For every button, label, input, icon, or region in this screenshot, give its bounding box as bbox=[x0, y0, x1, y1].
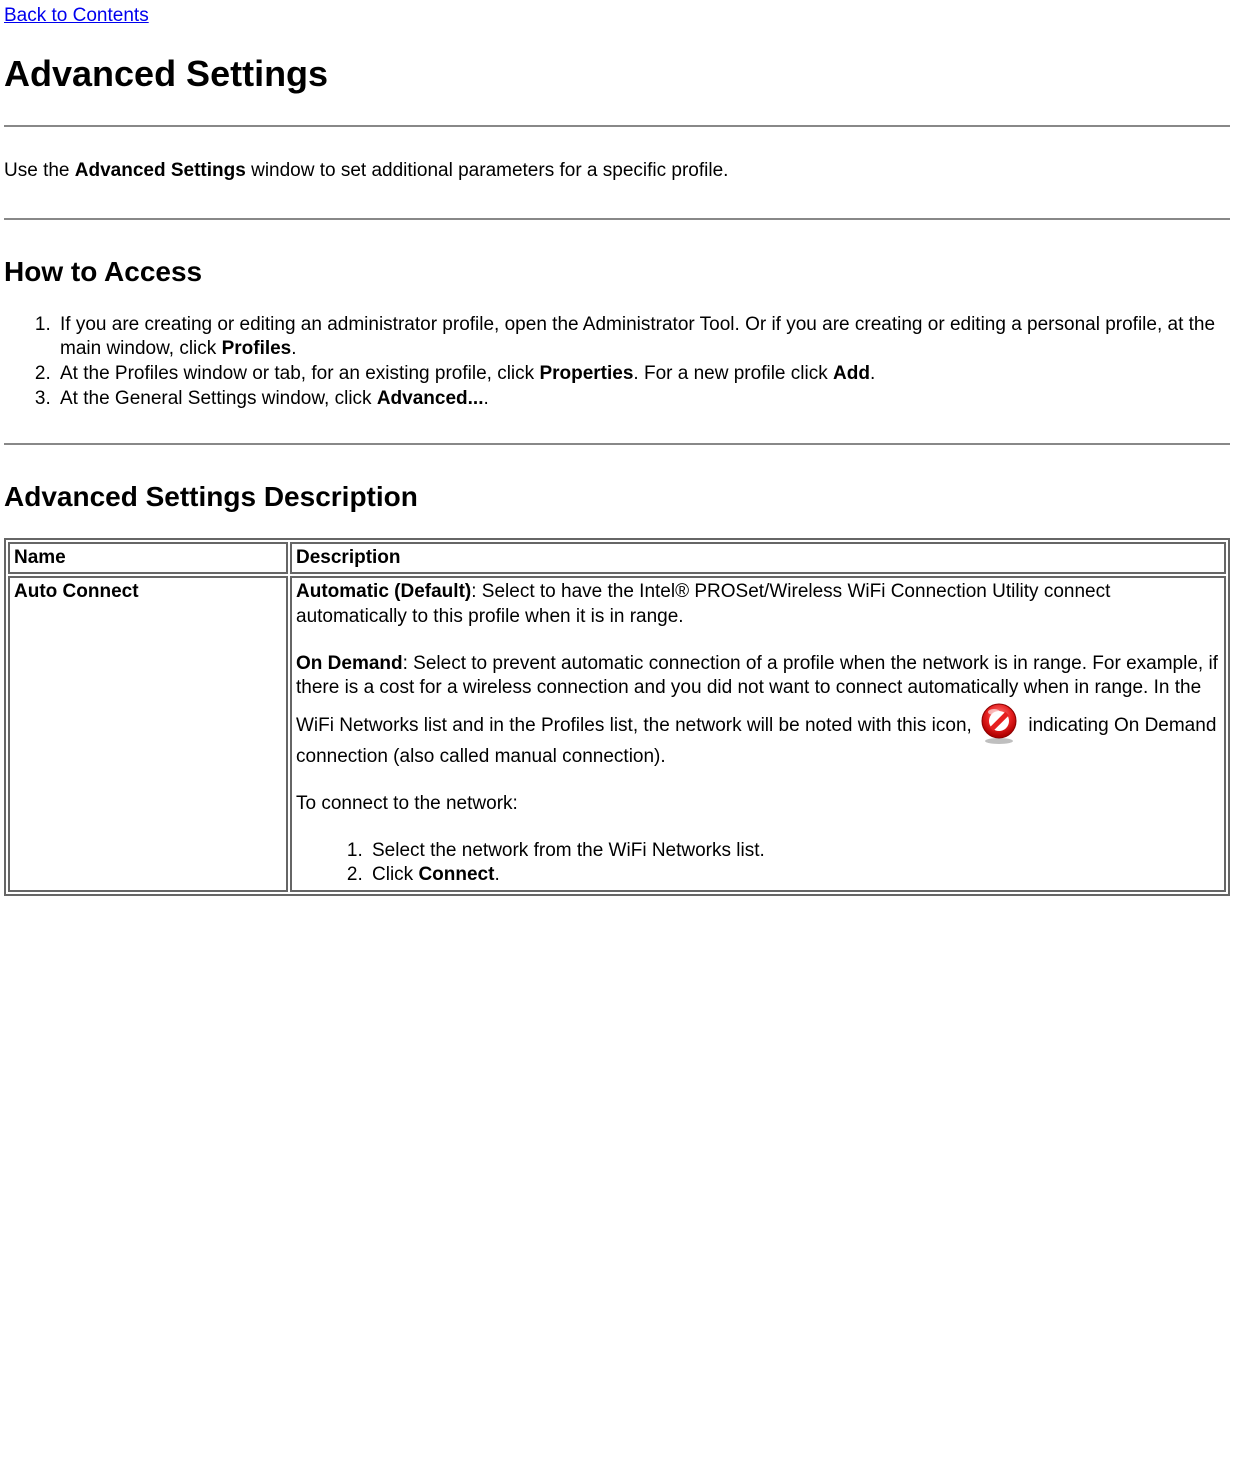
settings-table: Name Description Auto Connect Automatic … bbox=[4, 538, 1230, 896]
back-to-contents-link[interactable]: Back to Contents bbox=[4, 5, 149, 26]
description-heading: Advanced Settings Description bbox=[4, 479, 1230, 515]
intro-text-post: window to set additional parameters for … bbox=[246, 160, 729, 181]
divider bbox=[4, 218, 1230, 220]
table-header-row: Name Description bbox=[8, 542, 1226, 575]
page-title: Advanced Settings bbox=[4, 51, 1230, 98]
auto-connect-on-demand: On Demand: Select to prevent automatic c… bbox=[296, 652, 1220, 770]
step-text: Click bbox=[372, 864, 418, 885]
access-step-3: At the General Settings window, click Ad… bbox=[56, 387, 1230, 412]
option-label: On Demand bbox=[296, 653, 403, 674]
access-steps-list: If you are creating or editing an admini… bbox=[4, 313, 1230, 412]
access-step-1: If you are creating or editing an admini… bbox=[56, 313, 1230, 362]
step-bold: Profiles bbox=[222, 338, 292, 359]
how-to-access-heading: How to Access bbox=[4, 254, 1230, 290]
intro-bold: Advanced Settings bbox=[75, 160, 246, 181]
option-label: Automatic (Default) bbox=[296, 581, 471, 602]
table-header-name: Name bbox=[8, 542, 288, 575]
intro-paragraph: Use the Advanced Settings window to set … bbox=[4, 159, 1230, 184]
intro-text-pre: Use the bbox=[4, 160, 75, 181]
table-header-description: Description bbox=[290, 542, 1226, 575]
step-bold: Add bbox=[833, 363, 870, 384]
table-cell-name: Auto Connect bbox=[8, 576, 288, 892]
table-row: Auto Connect Automatic (Default): Select… bbox=[8, 576, 1226, 892]
step-text: . bbox=[291, 338, 296, 359]
connect-step-2: Click Connect. bbox=[368, 863, 1220, 888]
to-connect-label: To connect to the network: bbox=[296, 792, 1220, 817]
step-text: . For a new profile click bbox=[633, 363, 833, 384]
auto-connect-automatic: Automatic (Default): Select to have the … bbox=[296, 580, 1220, 629]
connect-step-1: Select the network from the WiFi Network… bbox=[368, 839, 1220, 864]
step-text: . bbox=[483, 388, 488, 409]
step-bold: Advanced... bbox=[377, 388, 484, 409]
divider bbox=[4, 443, 1230, 445]
table-cell-description: Automatic (Default): Select to have the … bbox=[290, 576, 1226, 892]
connect-steps-list: Select the network from the WiFi Network… bbox=[296, 839, 1220, 888]
access-step-2: At the Profiles window or tab, for an ex… bbox=[56, 362, 1230, 387]
on-demand-icon bbox=[977, 701, 1021, 745]
setting-name: Auto Connect bbox=[14, 581, 139, 602]
divider bbox=[4, 125, 1230, 127]
step-text: At the Profiles window or tab, for an ex… bbox=[60, 363, 539, 384]
step-bold: Properties bbox=[539, 363, 633, 384]
step-text: At the General Settings window, click bbox=[60, 388, 377, 409]
step-text: . bbox=[494, 864, 499, 885]
step-text: . bbox=[870, 363, 875, 384]
step-bold: Connect bbox=[418, 864, 494, 885]
